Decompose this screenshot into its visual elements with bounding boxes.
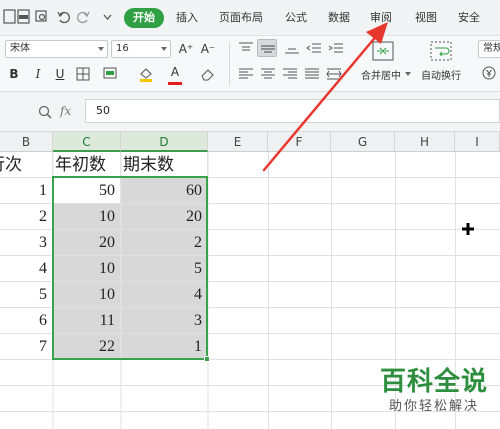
- column-header-i[interactable]: I: [455, 132, 500, 152]
- tab-formulas[interactable]: 公式: [285, 8, 307, 28]
- align-center-icon[interactable]: [260, 67, 276, 81]
- merge-center-button[interactable]: 合并居中: [361, 67, 401, 82]
- divider: [229, 42, 230, 86]
- menu-bar: 开始 插入 页面布局 公式 数据 审阅 视图 安全: [0, 0, 500, 36]
- tab-insert[interactable]: 插入: [176, 8, 198, 28]
- chevron-down-icon: [98, 47, 104, 51]
- italic-button[interactable]: I: [30, 65, 46, 83]
- tab-page-layout[interactable]: 页面布局: [219, 8, 263, 28]
- align-top-icon[interactable]: [238, 41, 254, 55]
- column-header-c[interactable]: C: [53, 132, 121, 152]
- cell-style-icon[interactable]: [103, 67, 119, 81]
- tab-review[interactable]: 审阅: [370, 8, 392, 28]
- tab-data[interactable]: 数据: [328, 8, 350, 28]
- watermark-logo: 百科全说 助你轻松解决: [372, 366, 496, 422]
- eraser-icon[interactable]: [200, 67, 216, 81]
- shrink-font-button[interactable]: A⁻: [198, 40, 218, 58]
- merge-center-icon[interactable]: [372, 41, 394, 61]
- document-icon[interactable]: [2, 9, 17, 24]
- borders-icon[interactable]: [76, 67, 90, 81]
- chevron-down-icon: [161, 47, 167, 51]
- formula-bar: fx 50: [0, 92, 500, 132]
- bold-button[interactable]: B: [6, 65, 22, 83]
- customize-dropdown-icon[interactable]: [100, 9, 115, 24]
- indent-increase-icon[interactable]: [328, 41, 344, 55]
- undo-icon[interactable]: [56, 9, 71, 24]
- watermark-subtitle: 助你轻松解决: [388, 399, 479, 414]
- fill-color-icon[interactable]: [138, 66, 154, 82]
- justify-icon[interactable]: [304, 67, 320, 81]
- watermark-title: 百科全说: [379, 367, 488, 397]
- font-color-button[interactable]: A: [168, 63, 182, 81]
- ribbon-toolbar: 宋体 16 A⁺ A⁻ B I U A 合并居中 自动换行 常规: [0, 36, 500, 92]
- currency-icon[interactable]: [482, 66, 496, 80]
- align-right-icon[interactable]: [282, 67, 298, 81]
- align-middle-button[interactable]: [257, 39, 277, 57]
- insert-function-button[interactable]: fx: [60, 104, 71, 118]
- font-size-select[interactable]: 16: [111, 40, 171, 58]
- font-size-value: 16: [116, 43, 129, 54]
- column-header-b[interactable]: B: [0, 132, 53, 152]
- redo-icon[interactable]: [76, 9, 91, 24]
- print-preview-icon[interactable]: [34, 9, 49, 24]
- font-name-value: 宋体: [10, 43, 30, 54]
- pdf-icon[interactable]: [16, 9, 31, 24]
- align-left-icon[interactable]: [238, 67, 254, 81]
- column-header-h[interactable]: H: [395, 132, 455, 152]
- font-color-swatch: [168, 82, 182, 85]
- tab-view[interactable]: 视图: [415, 8, 437, 28]
- distributed-align-icon[interactable]: [326, 67, 342, 81]
- wrap-text-button[interactable]: 自动换行: [421, 67, 461, 82]
- underline-button[interactable]: U: [52, 65, 68, 83]
- align-middle-icon: [261, 45, 275, 53]
- align-bottom-icon[interactable]: [284, 41, 300, 55]
- number-format-select[interactable]: 常规: [478, 40, 500, 58]
- font-name-select[interactable]: 宋体: [5, 40, 108, 58]
- column-header-f[interactable]: F: [268, 132, 331, 152]
- column-header-g[interactable]: G: [331, 132, 395, 152]
- number-format-value: 常规: [483, 43, 500, 54]
- column-header-e[interactable]: E: [208, 132, 268, 152]
- cursor-plus-icon: [462, 223, 474, 235]
- zoom-search-icon[interactable]: [38, 105, 52, 119]
- tab-start[interactable]: 开始: [124, 8, 164, 28]
- formula-input[interactable]: 50: [85, 99, 500, 123]
- column-header-d[interactable]: D: [121, 132, 208, 152]
- wrap-text-icon[interactable]: [430, 41, 452, 61]
- fill-handle[interactable]: [204, 356, 210, 362]
- indent-decrease-icon[interactable]: [306, 41, 322, 55]
- chevron-down-icon[interactable]: [405, 72, 411, 76]
- tab-security[interactable]: 安全: [458, 8, 480, 28]
- grow-font-button[interactable]: A⁺: [176, 40, 196, 58]
